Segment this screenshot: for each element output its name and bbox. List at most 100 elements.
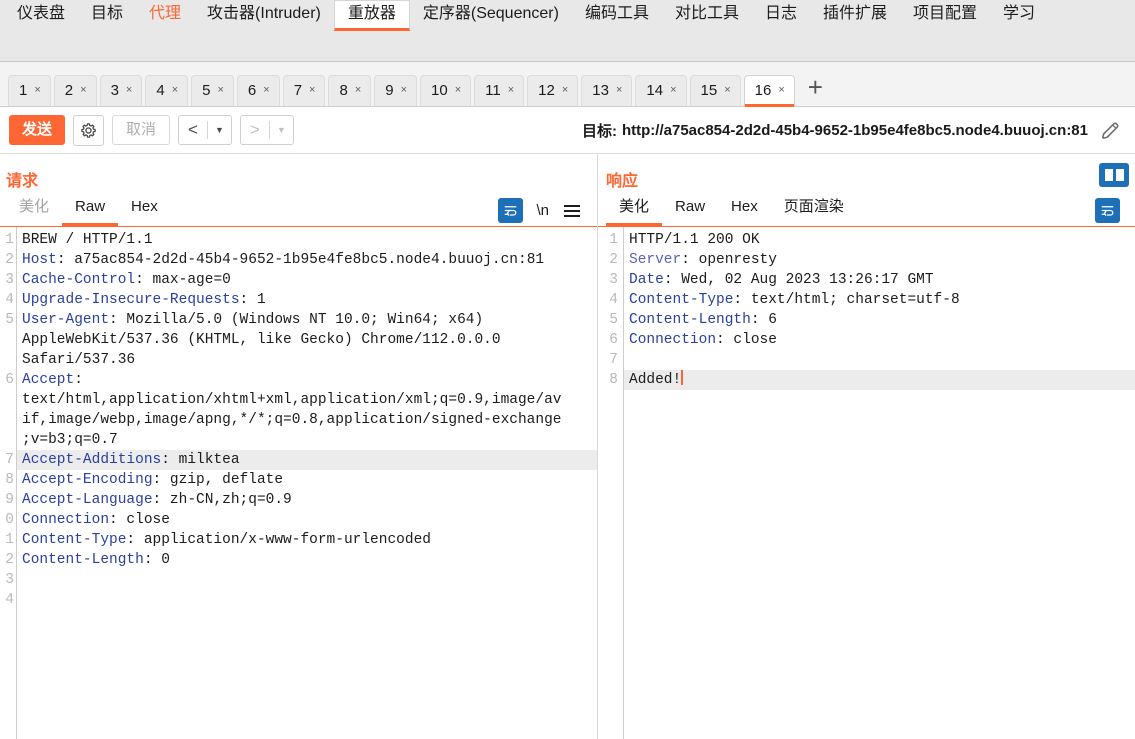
header-name: Content-Length (629, 312, 751, 328)
nav-item-9[interactable]: 插件扩展 (810, 0, 900, 31)
response-tab-1[interactable]: Raw (662, 195, 718, 226)
repeater-tab-2[interactable]: 2 × (53, 75, 97, 106)
request-line-number (0, 350, 16, 370)
close-icon[interactable]: × (562, 85, 568, 96)
request-line: Content-Length: 0 (22, 552, 170, 568)
close-icon[interactable]: × (309, 85, 315, 96)
forward-button[interactable]: > ▼ (239, 115, 294, 145)
repeater-tab-16[interactable]: 16 × (743, 75, 795, 107)
request-tab-0[interactable]: 美化 (6, 195, 62, 226)
header-name: Host (22, 252, 57, 268)
header-name: Server (629, 252, 682, 268)
repeater-tab-5[interactable]: 5 × (191, 75, 234, 106)
close-icon[interactable]: × (263, 85, 269, 96)
request-editor[interactable]: 1 2 3 4 5 6 7 8 9 0 1 2 3 4 BREW / HTTP/1.1 Host: a75a… (0, 226, 597, 739)
request-tools: \n (498, 198, 591, 223)
target-label: 目标: (581, 122, 617, 140)
close-icon[interactable]: × (34, 85, 40, 96)
word-wrap-toggle[interactable] (498, 198, 524, 223)
request-line: Host: a75ac854-2d2d-45b4-9652-1b95e4fe8b… (22, 252, 545, 268)
settings-button[interactable] (73, 114, 105, 146)
repeater-tab-15[interactable]: 15 × (689, 75, 741, 106)
close-icon[interactable]: × (217, 85, 223, 96)
close-icon[interactable]: × (126, 85, 132, 96)
close-icon[interactable]: × (724, 85, 730, 96)
repeater-toolbar: 发送 取消 < ▼ > ▼ 目标: http://a75ac854-2d2d-4… (0, 107, 1135, 154)
response-line-number: 3 (609, 272, 618, 288)
close-icon[interactable]: × (172, 85, 178, 96)
request-line: Accept-Additions: milktea (17, 450, 597, 470)
nav-item-10[interactable]: 项目配置 (900, 0, 990, 31)
tab-label: 6 (247, 82, 257, 99)
close-icon[interactable]: × (80, 85, 86, 96)
add-tab-button[interactable]: + (798, 74, 833, 106)
back-button[interactable]: < ▼ (178, 115, 232, 145)
pencil-icon[interactable] (1099, 119, 1122, 142)
hamburger-menu-icon[interactable] (562, 203, 582, 219)
request-tab-1[interactable]: Raw (62, 195, 119, 226)
gear-icon (81, 122, 96, 138)
repeater-tab-13[interactable]: 13 × (581, 75, 633, 106)
tab-label: 14 (646, 82, 664, 99)
response-line-number: 8 (609, 372, 618, 388)
tab-label: 15 (700, 82, 718, 99)
response-line: Content-Type: text/html; charset=utf-8 (629, 292, 960, 308)
header-name: Content-Type (629, 292, 734, 308)
response-line: Server: openresty (629, 252, 777, 268)
response-body-text[interactable]: HTTP/1.1 200 OK Server: openresty Date: We… (624, 227, 1135, 739)
header-name: Accept-Additions (22, 452, 162, 468)
close-icon[interactable]: × (508, 85, 514, 96)
response-line-number: 2 (609, 252, 618, 268)
repeater-tab-7[interactable]: 7 × (282, 75, 326, 106)
repeater-tab-14[interactable]: 14 × (635, 75, 687, 106)
repeater-tab-11[interactable]: 11 × (474, 75, 525, 106)
nav-item-0[interactable]: 仪表盘 (4, 0, 78, 31)
nav-item-2[interactable]: 代理 (136, 0, 194, 31)
tab-label: 2 (64, 82, 74, 99)
split-layout-button[interactable] (1099, 163, 1129, 187)
send-button[interactable]: 发送 (9, 115, 66, 145)
repeater-tab-8[interactable]: 8 × (328, 75, 372, 106)
request-line-number: 8 (5, 472, 14, 488)
repeater-tab-4[interactable]: 4 × (145, 75, 189, 106)
response-tab-3[interactable]: 页面渲染 (771, 195, 857, 226)
tab-label: 11 (485, 82, 501, 99)
nav-item-7[interactable]: 对比工具 (662, 0, 752, 31)
request-tab-2[interactable]: Hex (118, 195, 171, 226)
nav-item-5[interactable]: 定序器(Sequencer) (410, 0, 572, 31)
response-line: Added! (624, 370, 1135, 390)
nav-item-6[interactable]: 编码工具 (572, 0, 662, 31)
repeater-tab-12[interactable]: 12 × (527, 75, 579, 106)
response-tab-2[interactable]: Hex (718, 195, 771, 226)
close-icon[interactable]: × (616, 85, 622, 96)
nav-item-4[interactable]: 重放器 (333, 0, 410, 31)
nav-item-3[interactable]: 攻击器(Intruder) (194, 0, 334, 31)
response-tab-0[interactable]: 美化 (606, 195, 663, 226)
nav-item-1[interactable]: 目标 (78, 0, 136, 31)
main-navigation-bar: 仪表盘 目标 代理 攻击器(Intruder) 重放器 定序器(Sequencer) 编码工… (0, 0, 1135, 62)
close-icon[interactable]: × (401, 85, 407, 96)
close-icon[interactable]: × (670, 85, 676, 96)
request-line: Content-Type: application/x-www-form-url… (22, 532, 431, 548)
repeater-tab-9[interactable]: 9 × (374, 75, 418, 106)
request-line-number: 1 (5, 232, 14, 248)
tab-label: 1 (19, 82, 28, 99)
header-name: Date (629, 272, 664, 288)
target-url: http://a75ac854-2d2d-45b4-9652-1b95e4fe8… (621, 121, 1088, 139)
cancel-button[interactable]: 取消 (112, 115, 171, 145)
repeater-tab-1[interactable]: 1 × (8, 75, 51, 106)
close-icon[interactable]: × (455, 85, 461, 96)
close-icon[interactable]: × (778, 85, 784, 96)
newline-toggle[interactable]: \n (536, 202, 549, 219)
close-icon[interactable]: × (355, 85, 361, 96)
repeater-tab-10[interactable]: 10 × (420, 75, 472, 106)
repeater-tab-3[interactable]: 3 × (99, 75, 143, 106)
nav-item-11[interactable]: 学习 (990, 0, 1048, 31)
request-body-text[interactable]: BREW / HTTP/1.1 Host: a75ac854-2d2d-45b4-… (17, 227, 597, 739)
repeater-tab-6[interactable]: 6 × (236, 75, 280, 106)
request-line: Cache-Control: max-age=0 (22, 272, 231, 288)
word-wrap-toggle[interactable] (1095, 198, 1120, 223)
tab-label: 7 (293, 82, 303, 99)
response-editor[interactable]: 1 2 3 4 5 6 7 8 HTTP/1.1 200 OK Server: openrest… (598, 226, 1135, 739)
nav-item-8[interactable]: 日志 (752, 0, 810, 31)
